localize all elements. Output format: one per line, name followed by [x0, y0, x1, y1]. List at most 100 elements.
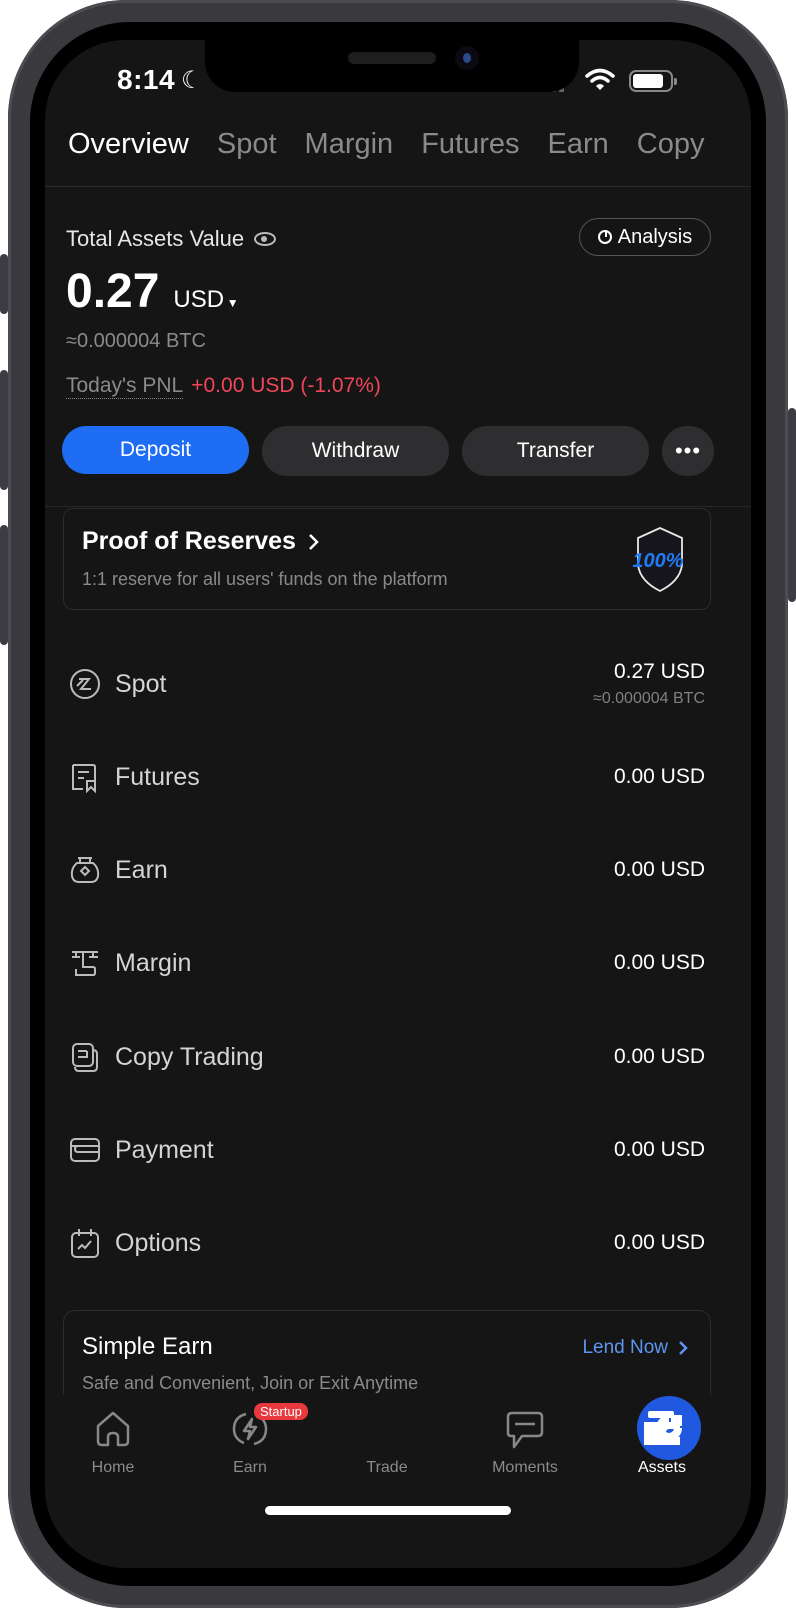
do-not-disturb-moon-icon: ☾: [181, 67, 203, 94]
power-button: [788, 408, 796, 602]
nav-label: Moments: [492, 1459, 558, 1476]
asset-btc-value: ≈0.000004 BTC: [593, 690, 705, 707]
tab-earn[interactable]: Earn: [548, 128, 609, 161]
asset-usd-value: 0.00 USD: [613, 1045, 705, 1068]
btc-approx: ≈0.000004 BTC: [66, 330, 206, 352]
total-assets-label-text: Total Assets Value: [66, 226, 245, 251]
nav-earn[interactable]: Startup Earn: [190, 1403, 310, 1477]
chevron-right-icon: [309, 533, 319, 550]
asset-usd-value: 0.00 USD: [613, 858, 705, 881]
asset-row-margin[interactable]: Margin 0.00 USD: [69, 933, 705, 993]
todays-pnl: Today's PNL +0.00 USD (-1.07%): [66, 374, 381, 399]
eye-icon[interactable]: [254, 232, 277, 246]
simple-earn-subtitle: Safe and Convenient, Join or Exit Anytim…: [82, 1373, 419, 1393]
lend-now-link[interactable]: Lend Now: [582, 1337, 688, 1359]
asset-name: Margin: [115, 948, 192, 977]
asset-row-spot[interactable]: Spot 0.27 USD ≈0.000004 BTC: [69, 654, 705, 714]
asset-row-futures[interactable]: Futures 0.00 USD: [69, 747, 705, 807]
shield-100-text: 100%: [632, 550, 683, 572]
asset-row-options[interactable]: Options 0.00 USD: [69, 1213, 705, 1273]
currency-label: USD: [173, 286, 225, 313]
nav-label: Trade: [366, 1459, 408, 1476]
por-title-text: Proof of Reserves: [82, 527, 296, 555]
payment-icon: [69, 1134, 101, 1166]
asset-usd-value: 0.00 USD: [613, 765, 705, 788]
caret-down-icon: ▼: [226, 296, 239, 310]
earn-icon: [69, 854, 101, 886]
asset-tabs: Overview Spot Margin Futures Earn Copy: [68, 128, 732, 161]
status-time: 8:14: [117, 64, 176, 95]
startup-badge: Startup: [254, 1403, 308, 1420]
asset-usd-value: 0.00 USD: [613, 1231, 705, 1254]
futures-icon: [69, 761, 101, 793]
pnl-label[interactable]: Today's PNL: [66, 374, 184, 399]
asset-usd-value: 0.00 USD: [613, 951, 705, 974]
nav-label: Home: [91, 1459, 135, 1476]
earn-nav-icon: Startup: [230, 1403, 308, 1449]
chevron-right-icon: [679, 1341, 688, 1355]
tab-overview[interactable]: Overview: [68, 128, 189, 161]
options-icon: [69, 1227, 101, 1259]
nav-trade[interactable]: Trade: [327, 1396, 701, 1477]
asset-name: Options: [115, 1228, 202, 1257]
asset-name: Copy Trading: [115, 1042, 264, 1071]
asset-name: Payment: [115, 1135, 214, 1164]
lend-now-label: Lend Now: [582, 1337, 668, 1358]
notch: [205, 40, 579, 92]
bottom-nav: Home Startup Earn Trade Moments Assets: [45, 1395, 751, 1568]
volume-up-button: [0, 370, 8, 490]
deposit-button[interactable]: Deposit: [62, 426, 249, 474]
nav-label: Earn: [233, 1459, 267, 1476]
tab-divider: [45, 186, 751, 187]
asset-usd-value: 0.27 USD: [613, 660, 705, 683]
tab-margin[interactable]: Margin: [305, 128, 394, 161]
action-buttons: Deposit Withdraw Transfer •••: [62, 426, 714, 476]
speaker: [348, 52, 436, 64]
asset-row-copy-trading[interactable]: Copy Trading 0.00 USD: [69, 1027, 705, 1087]
wallet-icon: [642, 1409, 682, 1449]
pnl-value: +0.00 USD (-1.07%): [191, 374, 381, 397]
transfer-button[interactable]: Transfer: [462, 426, 649, 476]
asset-usd-value: 0.00 USD: [613, 1138, 705, 1161]
nav-assets[interactable]: Assets: [602, 1409, 722, 1477]
nav-moments[interactable]: Moments: [465, 1409, 585, 1477]
battery-icon: [629, 70, 677, 92]
front-camera: [455, 46, 479, 70]
app-screen: 8:14 ☾ Overview Spot Margin Futures Earn…: [45, 40, 751, 1568]
margin-icon: [69, 947, 101, 979]
asset-name: Futures: [115, 762, 200, 791]
withdraw-button[interactable]: Withdraw: [262, 426, 449, 476]
total-assets-label: Total Assets Value: [66, 226, 277, 252]
asset-row-earn[interactable]: Earn 0.00 USD: [69, 840, 705, 900]
wifi-icon: [585, 68, 615, 90]
total-value: 0.27 USD ▼: [66, 264, 239, 319]
more-button[interactable]: •••: [662, 426, 714, 476]
asset-name: Spot: [115, 669, 167, 698]
analysis-label: Analysis: [617, 225, 693, 248]
asset-name: Earn: [115, 855, 168, 884]
nav-home[interactable]: Home: [53, 1409, 173, 1477]
home-icon: [93, 1409, 133, 1449]
section-divider: [45, 506, 751, 507]
pie-chart-icon: [597, 230, 612, 244]
total-value-number: 0.27: [66, 265, 160, 318]
por-subtitle: 1:1 reserve for all users' funds on the …: [82, 569, 448, 589]
more-dots-icon: •••: [674, 438, 702, 463]
spot-icon: [69, 668, 101, 700]
analysis-button[interactable]: Analysis: [579, 218, 711, 256]
nav-label: Assets: [637, 1459, 686, 1476]
moments-icon: [505, 1409, 545, 1449]
copy-trading-icon: [69, 1041, 101, 1073]
mute-switch: [0, 254, 8, 314]
home-indicator[interactable]: [265, 1506, 511, 1515]
shield-100-icon: 100%: [632, 527, 684, 593]
asset-row-payment[interactable]: Payment 0.00 USD: [69, 1120, 705, 1180]
currency-selector[interactable]: USD ▼: [173, 286, 238, 314]
volume-down-button: [0, 525, 8, 645]
tab-futures[interactable]: Futures: [421, 128, 519, 161]
por-title: Proof of Reserves: [82, 527, 320, 556]
proof-of-reserves-card[interactable]: Proof of Reserves 1:1 reserve for all us…: [63, 508, 711, 610]
tab-spot[interactable]: Spot: [217, 128, 277, 161]
tab-copy[interactable]: Copy: [637, 128, 705, 161]
simple-earn-title: Simple Earn: [82, 1333, 213, 1360]
